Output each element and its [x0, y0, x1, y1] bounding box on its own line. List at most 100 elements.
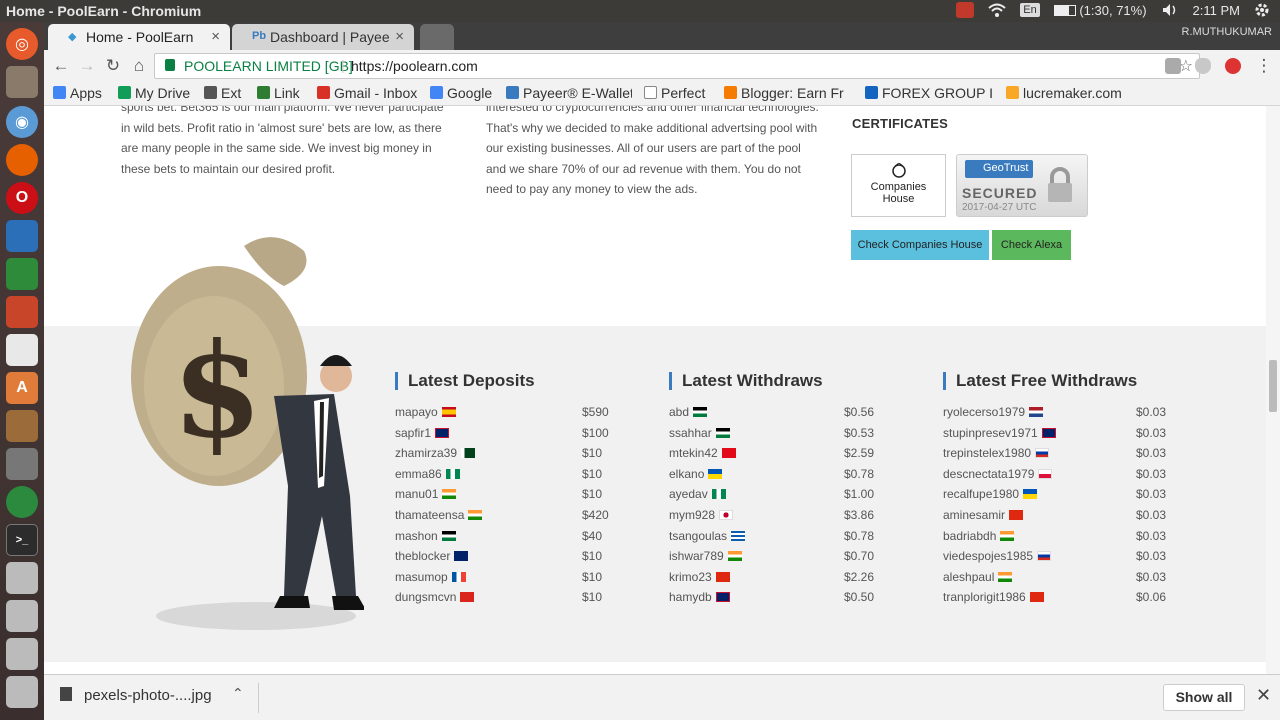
- withdraw-row: mtekin42 $2.59: [669, 446, 875, 461]
- companies-house-logo[interactable]: Companies House: [851, 154, 946, 217]
- text-editor-icon[interactable]: [6, 334, 38, 366]
- gmail-icon: [317, 86, 330, 99]
- calc-icon[interactable]: [6, 258, 38, 290]
- file-icon: [60, 687, 72, 701]
- flag-gb-icon: [715, 592, 730, 603]
- flag-cn-icon: [1029, 592, 1044, 603]
- web-page-content: sports bet. Bet365 is our main platform.…: [44, 106, 1266, 674]
- geotrust-seal[interactable]: GeoTrust SECURED 2017-04-27 UTC: [956, 154, 1088, 217]
- flag-gb-icon: [1041, 427, 1056, 438]
- drive-icon[interactable]: [6, 562, 38, 594]
- deposit-row: mapayo $590: [395, 405, 609, 419]
- ev-certificate-label[interactable]: POOLEARN LIMITED [GB]: [184, 58, 353, 74]
- forward-button[interactable]: →: [77, 56, 97, 76]
- download-item[interactable]: pexels-photo-....jpg: [60, 687, 212, 704]
- menu-icon[interactable]: ⋮: [1254, 56, 1274, 76]
- drive-icon-2[interactable]: [6, 600, 38, 632]
- flag-au-icon: [454, 551, 469, 562]
- bookmark-my-drive[interactable]: My Drive: [118, 85, 190, 101]
- software-center-icon[interactable]: A: [6, 372, 38, 404]
- chromium-icon[interactable]: ◉: [6, 106, 38, 138]
- show-all-downloads-button[interactable]: Show all: [1163, 684, 1245, 711]
- flag-ua-icon: [1023, 489, 1038, 500]
- flag-in-icon: [468, 509, 483, 520]
- free-withdraw-row: stupinpresev1971 $0.03: [943, 425, 1167, 440]
- bookmark-google[interactable]: Google: [430, 85, 492, 101]
- free-withdraw-row: viedespojes1985 $0.03: [943, 549, 1167, 564]
- check-alexa-button[interactable]: Check Alexa: [992, 230, 1071, 260]
- deposit-row: manu01 $10: [395, 487, 603, 502]
- trash-icon[interactable]: [6, 676, 38, 708]
- opera-icon[interactable]: O: [6, 182, 38, 214]
- shield-icon[interactable]: [1195, 58, 1211, 74]
- close-icon[interactable]: ×: [211, 28, 220, 45]
- bookmark-ext[interactable]: Ext: [204, 85, 241, 101]
- scrollbar-thumb[interactable]: [1269, 360, 1277, 412]
- flag-ru-icon: [1035, 448, 1050, 459]
- deposit-row: emma86 $10: [395, 466, 603, 481]
- close-icon[interactable]: ✕: [1256, 685, 1271, 706]
- system-tray: En (1:30, 71%) 2:11 PM: [956, 2, 1272, 18]
- impress-icon[interactable]: [6, 296, 38, 328]
- home-button[interactable]: ⌂: [129, 56, 149, 76]
- new-tab-button[interactable]: [420, 24, 454, 50]
- flag-fr-icon: [451, 571, 466, 582]
- bookmark-payeer[interactable]: Payeer® E-Wallet: [506, 85, 632, 101]
- unity-launcher: ◎ ◉ O A >_: [0, 22, 44, 720]
- profile-button[interactable]: R.MUTHUKUMAR: [1182, 26, 1272, 38]
- flag-ps-icon: [441, 530, 456, 541]
- page-icon: [644, 86, 657, 99]
- url-text[interactable]: https://poolearn.com: [351, 58, 478, 74]
- volume-icon[interactable]: [1161, 2, 1179, 18]
- latest-free-withdraws-list: ryolecerso1979 $0.03 stupinpresev1971 $0.0…: [943, 405, 1183, 611]
- bookmark-perfect[interactable]: Perfect: [644, 85, 705, 101]
- link-icon: [257, 86, 270, 99]
- bookmark-apps[interactable]: Apps: [53, 85, 102, 101]
- wifi-icon[interactable]: [988, 2, 1006, 18]
- withdraw-row: elkano $0.78: [669, 466, 875, 481]
- free-withdraw-row: trepinstelex1980 $0.03: [943, 446, 1167, 461]
- gear-icon[interactable]: [1254, 2, 1272, 18]
- tab-home-poolearn[interactable]: ◆ Home - PoolEarn ×: [48, 24, 230, 50]
- google-icon: [430, 86, 443, 99]
- bookmark-link[interactable]: Link: [257, 85, 300, 101]
- browser-tab-strip: ◆ Home - PoolEarn × Pb Dashboard | Payee…: [44, 22, 1280, 50]
- back-button[interactable]: ←: [51, 56, 71, 76]
- globe-icon[interactable]: [6, 486, 38, 518]
- flag-ps-icon: [693, 407, 708, 417]
- keyboard-layout-indicator[interactable]: En: [1020, 3, 1040, 17]
- check-companies-house-button[interactable]: Check Companies House: [851, 230, 989, 260]
- settings-tools-icon[interactable]: [6, 410, 38, 442]
- flag-ps-icon: [715, 427, 730, 438]
- flag-cn-icon: [1009, 509, 1024, 520]
- notification-extension-icon[interactable]: [1225, 58, 1241, 74]
- terminal-icon[interactable]: >_: [6, 524, 38, 556]
- latest-withdraws-list: abd $0.56 ssahhar $0.53 mtekin42 $2.59 elka…: [669, 405, 889, 611]
- update-icon[interactable]: [956, 2, 975, 18]
- bookmark-gmail[interactable]: Gmail - Inbox: [317, 85, 417, 101]
- address-bar[interactable]: POOLEARN LIMITED [GB] | https://poolearn…: [154, 53, 1200, 79]
- extension-icon[interactable]: [1165, 58, 1181, 74]
- firefox-icon[interactable]: [6, 144, 38, 176]
- writer-icon[interactable]: [6, 220, 38, 252]
- bookmark-lucremaker[interactable]: lucremaker.com: [1006, 85, 1122, 101]
- about-text-middle: interested to cryptocurrencies and other…: [486, 106, 819, 196]
- drive-icon-3[interactable]: [6, 638, 38, 670]
- deposit-row: dungsmcvn $10: [395, 590, 603, 605]
- bookmarks-bar: Apps My Drive Ext Link Gmail - Inbox Goo…: [44, 82, 1280, 106]
- camera-icon[interactable]: [6, 448, 38, 480]
- blogger-icon: [724, 86, 737, 99]
- chevron-up-icon[interactable]: ⌃: [232, 685, 244, 702]
- ubuntu-dash-icon[interactable]: ◎: [6, 28, 38, 60]
- close-icon[interactable]: ×: [395, 28, 404, 45]
- bookmark-forex[interactable]: FOREX GROUP IN: [865, 85, 993, 101]
- page-scrollbar[interactable]: [1266, 106, 1280, 674]
- clock[interactable]: 2:11 PM: [1193, 3, 1240, 18]
- battery-indicator[interactable]: (1:30, 71%): [1053, 3, 1147, 18]
- reload-button[interactable]: ↻: [103, 56, 123, 76]
- tab-dashboard-payeer[interactable]: Pb Dashboard | Payee ×: [232, 24, 414, 50]
- geotrust-secured-text: SECURED: [962, 185, 1038, 201]
- files-icon[interactable]: [6, 66, 38, 98]
- bookmark-blogger[interactable]: Blogger: Earn Fr: [724, 85, 852, 101]
- lock-icon[interactable]: [165, 59, 175, 71]
